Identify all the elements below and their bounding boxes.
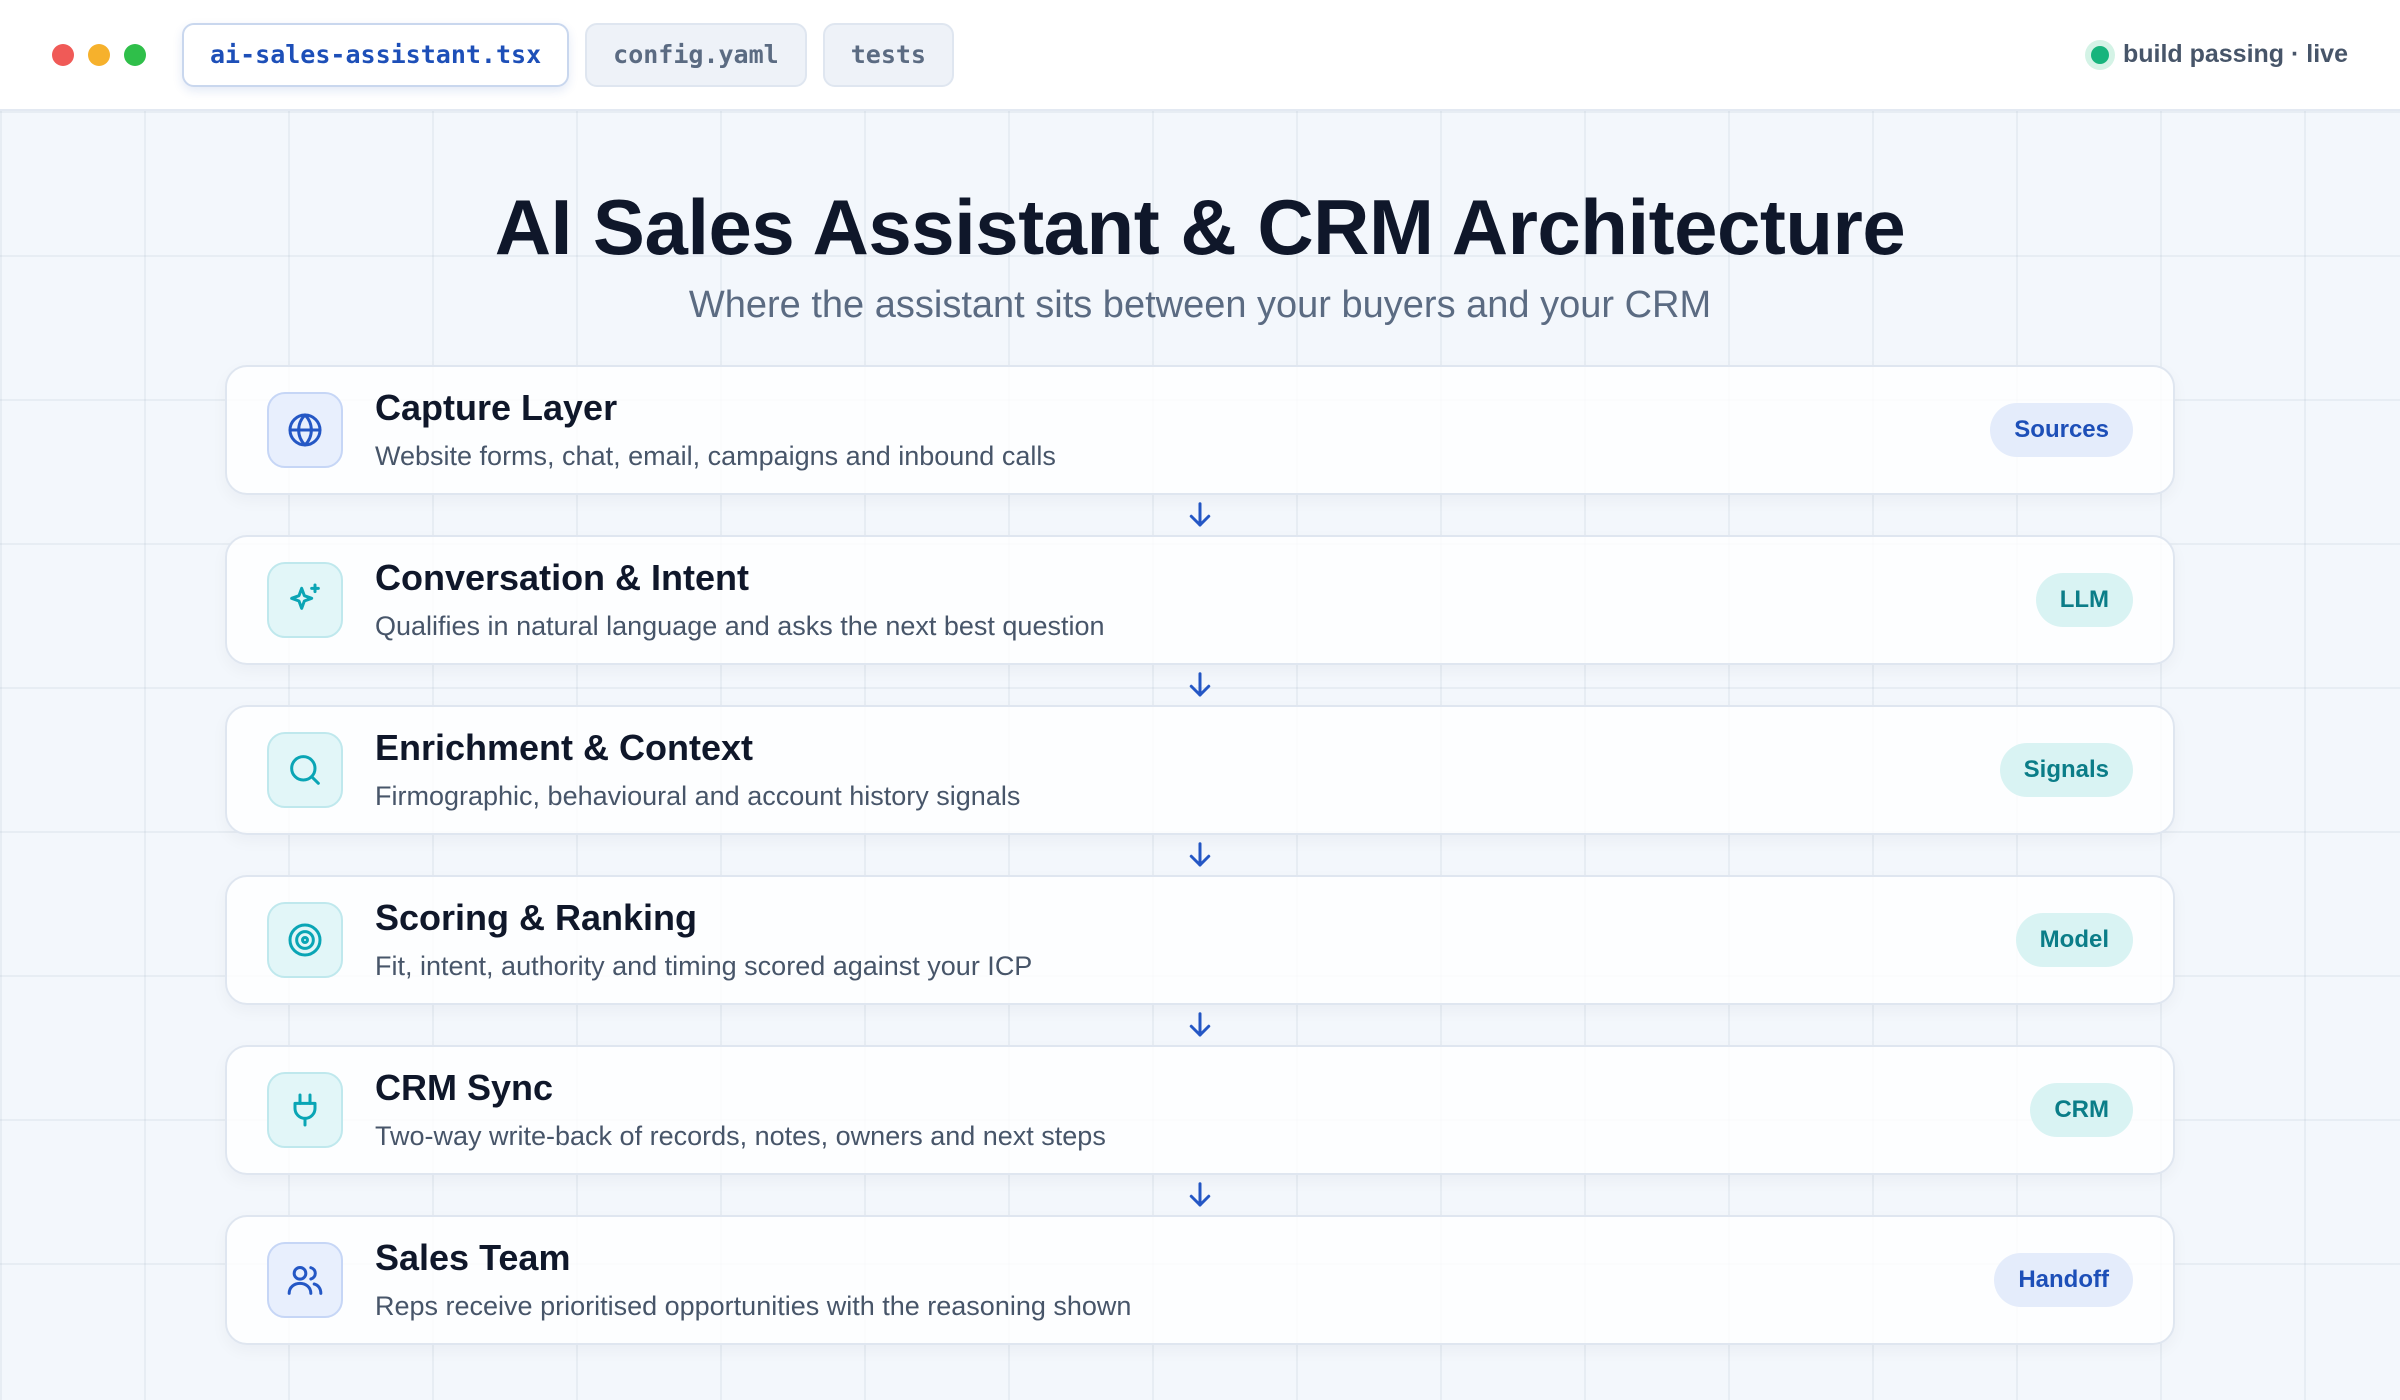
layer-capture: Capture Layer Website forms, chat, email…	[225, 365, 2175, 495]
sparkle-icon	[267, 562, 343, 638]
plug-icon	[267, 1072, 343, 1148]
layer-description: Two-way write-back of records, notes, ow…	[375, 1120, 1106, 1151]
layer-badge: LLM	[2035, 573, 2133, 627]
layer-crm-sync: CRM Sync Two-way write-back of records, …	[225, 1045, 2175, 1175]
layer-badge: Handoff	[1994, 1253, 2133, 1307]
layer-title: Enrichment & Context	[375, 727, 754, 769]
layer-title: Scoring & Ranking	[375, 897, 698, 939]
window-titlebar: ai-sales-assistant.tsx config.yaml tests…	[0, 0, 2400, 111]
flow-arrow-down-icon	[225, 495, 2175, 535]
layer-sales-team: Sales Team Reps receive prioritised oppo…	[225, 1215, 2175, 1345]
globe-icon	[267, 392, 343, 468]
layer-description: Qualifies in natural language and asks t…	[375, 610, 1105, 641]
file-tabs: ai-sales-assistant.tsx config.yaml tests	[182, 22, 954, 87]
flow-arrow-down-icon	[225, 665, 2175, 705]
tab-tests[interactable]: tests	[822, 22, 954, 87]
layer-title: Sales Team	[375, 1237, 571, 1279]
architecture-stack: Capture Layer Website forms, chat, email…	[225, 365, 2175, 1345]
search-icon	[267, 732, 343, 808]
tab-config-yaml[interactable]: config.yaml	[585, 22, 807, 87]
flow-arrow-down-icon	[225, 835, 2175, 875]
flow-arrow-down-icon	[225, 1005, 2175, 1045]
layer-scoring: Scoring & Ranking Fit, intent, authority…	[225, 875, 2175, 1005]
users-icon	[267, 1242, 343, 1318]
build-status: build passing · live	[2090, 40, 2348, 69]
layer-conversation: Conversation & Intent Qualifies in natur…	[225, 535, 2175, 665]
status-dot-icon	[2090, 45, 2109, 64]
layer-badge: CRM	[2030, 1083, 2133, 1137]
layer-description: Fit, intent, authority and timing scored…	[375, 950, 1033, 981]
target-icon	[267, 902, 343, 978]
minimize-window-button[interactable]	[88, 43, 110, 66]
diagram-title: AI Sales Assistant & CRM Architecture	[494, 183, 1906, 271]
window-controls	[52, 43, 146, 66]
layer-description: Firmographic, behavioural and account hi…	[375, 780, 1021, 811]
maximize-window-button[interactable]	[124, 43, 146, 66]
layer-title: CRM Sync	[375, 1067, 554, 1109]
tab-ai-sales-assistant[interactable]: ai-sales-assistant.tsx	[182, 22, 570, 87]
close-window-button[interactable]	[52, 43, 74, 66]
layer-description: Reps receive prioritised opportunities w…	[375, 1290, 1132, 1321]
diagram-subtitle: Where the assistant sits between your bu…	[688, 284, 1712, 326]
layer-enrichment: Enrichment & Context Firmographic, behav…	[225, 705, 2175, 835]
flow-arrow-down-icon	[225, 1175, 2175, 1215]
layer-title: Capture Layer	[375, 387, 618, 429]
layer-badge: Model	[2015, 913, 2133, 967]
layer-badge: Sources	[1990, 403, 2133, 457]
layer-badge: Signals	[1999, 743, 2133, 797]
build-status-text: build passing · live	[2122, 40, 2348, 68]
layer-title: Conversation & Intent	[375, 557, 750, 599]
layer-description: Website forms, chat, email, campaigns an…	[375, 440, 1056, 471]
